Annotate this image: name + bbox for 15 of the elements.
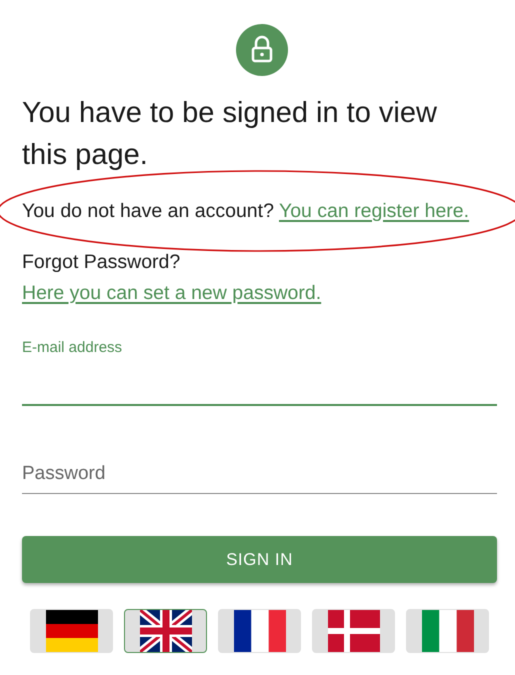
sign-in-button[interactable]: SIGN IN <box>22 536 497 583</box>
flag-icon <box>422 610 474 652</box>
password-field[interactable]: Password <box>22 444 497 494</box>
register-prompt: You do not have an account? You can register here. <box>22 199 470 224</box>
flag-icon <box>234 610 286 652</box>
forgot-password-prompt: Forgot Password? Here you can set a new password. <box>22 250 322 306</box>
flag-icon <box>328 610 380 652</box>
flag-icon <box>140 610 192 652</box>
lock-icon <box>236 24 288 76</box>
page-heading: You have to be signed in to view this page. <box>22 96 438 173</box>
email-field[interactable]: E-mail address <box>22 339 497 406</box>
register-link[interactable]: You can register here. <box>278 200 470 222</box>
language-button[interactable] <box>124 609 207 653</box>
flag-icon <box>46 610 98 652</box>
reset-password-link[interactable]: Here you can set a new password. <box>22 282 322 304</box>
